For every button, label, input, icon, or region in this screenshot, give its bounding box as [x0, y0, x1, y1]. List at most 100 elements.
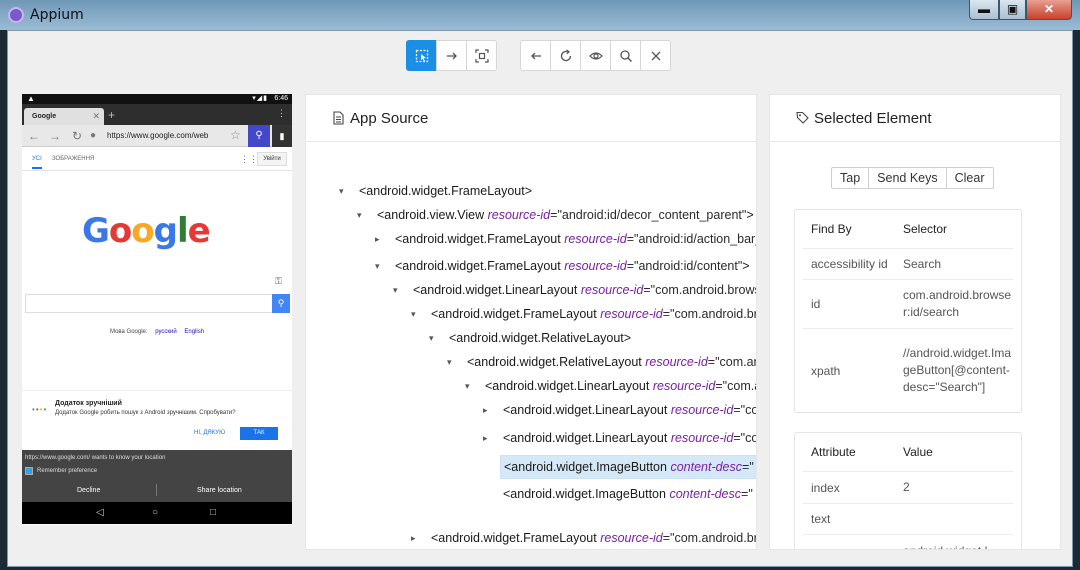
tree-node[interactable]: ▸ <android.widget.FrameLayout resource-id…: [306, 228, 756, 252]
tree-node[interactable]: ▾ <android.widget.RelativeLayout>: [306, 327, 756, 351]
new-tab-icon[interactable]: +: [108, 108, 115, 122]
select-icon: [415, 49, 428, 62]
clear-button[interactable]: Clear: [945, 167, 994, 189]
browser-search-button[interactable]: ⚲: [248, 125, 270, 147]
tree-node[interactable]: ▾ <android.view.View resource-id="android…: [306, 204, 756, 228]
remember-checkbox[interactable]: [25, 467, 33, 475]
apps-grid-icon[interactable]: ⋮⋮: [240, 154, 258, 165]
android-nav-bar: ◁ ○ □: [22, 502, 292, 524]
tree-node-label[interactable]: <android.view.View resource-id="android:…: [374, 204, 756, 226]
caret-down-icon[interactable]: ▾: [447, 351, 457, 373]
tree-node[interactable]: ▾ <android.widget.LinearLayout resource-i…: [306, 375, 756, 399]
element-tag: <android.widget.RelativeLayout: [467, 355, 646, 369]
table-row: text: [803, 503, 1013, 534]
tree-node-label[interactable]: <android.widget.FrameLayout resource-id=…: [392, 255, 753, 277]
send-keys-button[interactable]: Send Keys: [868, 167, 947, 189]
tab-close-icon[interactable]: ✕: [92, 111, 100, 122]
minimize-button[interactable]: ▬: [969, 0, 999, 20]
tree-node-label[interactable]: <android.widget.FrameLayout resource-id=…: [428, 303, 756, 325]
attribute-name: resource-id: [652, 379, 716, 393]
google-search-icon[interactable]: ⚲: [272, 294, 290, 313]
tree-node[interactable]: ▾ <android.widget.FrameLayout>: [306, 180, 756, 204]
logo-letter: g: [153, 211, 178, 251]
column-header: Selector: [903, 221, 948, 236]
table-row[interactable]: xpath //android.widget.ImageButton[@cont…: [803, 328, 1013, 412]
back-button[interactable]: [520, 40, 551, 71]
tree-node[interactable]: ▸ <android.widget.LinearLayout resource-i…: [306, 427, 756, 451]
tree-node[interactable]: <android.widget.ImageButton content-desc…: [306, 483, 756, 507]
tree-node-label[interactable]: <android.widget.LinearLayout resource-id…: [482, 375, 756, 397]
tree-node-label[interactable]: <android.widget.LinearLayout resource-id…: [500, 399, 756, 421]
table-row[interactable]: accessibility id Search: [803, 248, 1013, 279]
language-link-russian[interactable]: русский: [155, 329, 177, 335]
site-info-icon[interactable]: ●: [90, 130, 96, 141]
tree-node-label[interactable]: <android.widget.FrameLayout>: [356, 180, 535, 202]
caret-down-icon[interactable]: ▾: [411, 303, 421, 325]
bookmark-star-icon[interactable]: ☆: [230, 128, 241, 142]
refresh-button[interactable]: [550, 40, 581, 71]
toggle-attributes-button[interactable]: [580, 40, 611, 71]
tree-node[interactable]: <android.widget.ImageButton content-desc…: [306, 455, 756, 479]
browser-back-icon[interactable]: ←: [28, 129, 40, 143]
google-login-button[interactable]: Увійти: [257, 152, 287, 166]
caret-down-icon[interactable]: ▾: [393, 279, 403, 301]
table-row[interactable]: id com.android.browser:id/search: [803, 279, 1013, 328]
browser-menu-icon[interactable]: ⋮: [277, 108, 286, 119]
tree-node[interactable]: ▾ <android.widget.FrameLayout resource-id…: [306, 255, 756, 279]
share-doodle-icon[interactable]: ⚿: [275, 276, 282, 287]
google-search-input[interactable]: ⚲: [25, 294, 290, 313]
caret-right-icon[interactable]: ▸: [483, 427, 493, 449]
tree-node-label[interactable]: <android.widget.ImageButton content-desc…: [500, 483, 756, 505]
select-elements-button[interactable]: [406, 40, 437, 71]
logo-letter: o: [108, 211, 132, 251]
browser-address[interactable]: https://www.google.com/web: [107, 131, 208, 140]
promo-decline-button[interactable]: НІ, ДЯКУЮ: [194, 430, 225, 436]
google-tab-all[interactable]: УСІ: [32, 156, 42, 169]
android-home-icon[interactable]: ○: [152, 507, 158, 518]
tree-node[interactable]: ▸ <android.widget.FrameLayout resource-id…: [306, 527, 756, 549]
bookmarks-icon[interactable]: ▮: [272, 125, 292, 147]
tap-button[interactable]: Tap: [831, 167, 870, 189]
caret-down-icon[interactable]: ▾: [339, 180, 349, 202]
attribute-value: ="co: [733, 431, 757, 445]
tree-node-label-selected[interactable]: <android.widget.ImageButton content-desc…: [500, 455, 756, 479]
caret-right-icon[interactable]: ▸: [375, 228, 385, 250]
tree-node[interactable]: ▾ <android.widget.LinearLayout resource-i…: [306, 279, 756, 303]
tree-node-label[interactable]: <android.widget.FrameLayout resource-id=…: [428, 527, 756, 549]
tree-node-label[interactable]: <android.widget.FrameLayout resource-id=…: [392, 228, 756, 250]
android-recents-icon[interactable]: □: [210, 507, 216, 518]
tree-node-label[interactable]: <android.widget.RelativeLayout resource-…: [464, 351, 756, 373]
caret-right-icon[interactable]: ▸: [411, 527, 421, 549]
swipe-mode-button[interactable]: [436, 40, 467, 71]
caret-down-icon[interactable]: ▾: [375, 255, 385, 277]
tree-node[interactable]: ▾ <android.widget.RelativeLayout resource…: [306, 351, 756, 375]
logo-letter: o: [131, 211, 154, 251]
browser-refresh-icon[interactable]: ↻: [72, 129, 82, 143]
quit-session-button[interactable]: [640, 40, 671, 71]
tree-node-label[interactable]: <android.widget.LinearLayout resource-id…: [410, 279, 756, 301]
google-doodle[interactable]: Google: [82, 211, 211, 251]
caret-down-icon[interactable]: ▾: [465, 375, 475, 397]
close-window-button[interactable]: ✕: [1026, 0, 1072, 20]
browser-forward-icon[interactable]: →: [49, 129, 61, 143]
search-elements-button[interactable]: [610, 40, 641, 71]
tree-node[interactable]: ▸ <android.widget.LinearLayout resource-i…: [306, 399, 756, 423]
tree-node-label[interactable]: <android.widget.RelativeLayout>: [446, 327, 634, 349]
maximize-button[interactable]: ▣: [999, 0, 1026, 20]
caret-right-icon[interactable]: ▸: [483, 399, 493, 421]
tap-by-coordinates-button[interactable]: [466, 40, 497, 71]
decline-location-button[interactable]: Decline: [77, 487, 100, 494]
caret-down-icon[interactable]: ▾: [357, 204, 367, 226]
device-screenshot[interactable]: ▲ ▾◢▮ 6:46 Google ✕ + ⋮ ← → ↻ ● https://…: [22, 94, 292, 525]
language-link-english[interactable]: English: [184, 329, 204, 335]
caret-down-icon[interactable]: ▾: [429, 327, 439, 349]
share-location-button[interactable]: Share location: [197, 487, 242, 494]
google-tab-images[interactable]: ЗОБРАЖЕННЯ: [52, 156, 94, 162]
browser-tab[interactable]: Google ✕: [24, 108, 104, 125]
tree-node[interactable]: ▾ <android.widget.FrameLayout resource-id…: [306, 303, 756, 327]
android-back-icon[interactable]: ◁: [96, 507, 104, 518]
tree-node-label[interactable]: <android.widget.LinearLayout resource-id…: [500, 427, 757, 449]
element-tag: <android.widget.RelativeLayout>: [449, 331, 632, 345]
promo-accept-button[interactable]: ТАК: [240, 427, 278, 440]
warning-icon: ▲: [27, 94, 35, 103]
